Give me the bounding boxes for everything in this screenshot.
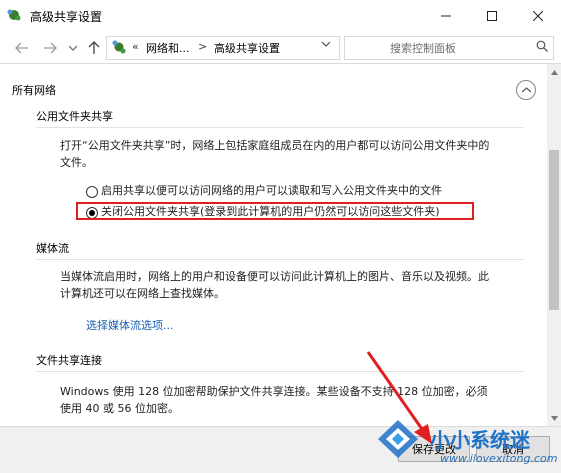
scroll-down-button[interactable]	[547, 410, 561, 426]
network-icon	[7, 9, 21, 21]
watermark-brand: 小小系统迷	[430, 428, 530, 452]
arrow-up-icon	[88, 41, 100, 54]
back-button[interactable]	[12, 38, 32, 58]
scroll-up-button[interactable]	[547, 64, 561, 80]
search-placeholder: 搜索控制面板	[390, 42, 456, 55]
section-divider	[36, 371, 524, 372]
media-desc-line2: 计算机还可以在网络上查找媒体。	[60, 287, 225, 300]
address-dropdown[interactable]	[321, 40, 331, 50]
scrollbar-thumb[interactable]	[549, 150, 559, 310]
group-title: 所有网络	[12, 84, 56, 97]
search-icon[interactable]	[536, 40, 548, 52]
collapse-button[interactable]	[516, 80, 536, 100]
file-sharing-desc-line1: Windows 使用 128 位加密帮助保护文件共享连接。某些设备不支持 128…	[60, 385, 488, 398]
breadcrumb-separator[interactable]: >	[198, 40, 207, 53]
maximize-button[interactable]	[469, 0, 515, 31]
watermark-logo-icon	[378, 420, 418, 458]
minimize-button[interactable]	[423, 0, 469, 31]
recent-locations-button[interactable]	[66, 38, 80, 58]
triangle-down-icon	[550, 415, 558, 421]
chevron-down-icon	[69, 45, 77, 51]
watermark-url: www.ilovexitong.com	[440, 452, 558, 465]
breadcrumb-overflow[interactable]: «	[132, 40, 139, 53]
control-panel-icon	[112, 40, 126, 54]
chevron-up-icon	[521, 87, 531, 93]
window-title: 高级共享设置	[30, 10, 103, 24]
section-title-public-folder: 公用文件夹共享	[36, 110, 113, 123]
close-icon	[533, 10, 543, 21]
triangle-up-icon	[550, 69, 558, 75]
file-sharing-desc-line2: 使用 40 或 56 位加密。	[60, 402, 179, 415]
forward-button[interactable]	[40, 38, 60, 58]
annotation-highlight-box	[76, 202, 474, 220]
chevron-down-icon	[321, 41, 331, 47]
maximize-icon	[487, 10, 497, 21]
option-enable-sharing-label[interactable]: 启用共享以便可以访问网络的用户可以读取和写入公用文件夹中的文件	[101, 182, 442, 199]
close-button[interactable]	[515, 0, 561, 31]
up-button[interactable]	[84, 38, 104, 58]
public-folder-desc-line2: 文件。	[60, 156, 93, 169]
section-divider	[36, 259, 524, 260]
arrow-right-icon	[44, 42, 57, 54]
section-title-file-sharing: 文件共享连接	[36, 354, 102, 367]
media-streaming-options-link[interactable]: 选择媒体流选项...	[86, 317, 174, 334]
section-divider	[36, 127, 524, 128]
media-desc-line1: 当媒体流启用时，网络上的用户和设备便可以访问此计算机上的图片、音乐以及视频。此	[60, 270, 489, 283]
breadcrumb-advanced-sharing[interactable]: 高级共享设置	[214, 40, 280, 56]
arrow-left-icon	[15, 42, 28, 54]
radio-enable-sharing[interactable]	[86, 186, 98, 198]
public-folder-desc-line1: 打开“公用文件夹共享”时，网络上包括家庭组成员在内的用户都可以访问公用文件夹中的	[60, 139, 490, 152]
minimize-icon	[441, 15, 451, 16]
breadcrumb-network[interactable]: 网络和...	[146, 40, 190, 56]
section-title-media: 媒体流	[36, 242, 69, 255]
